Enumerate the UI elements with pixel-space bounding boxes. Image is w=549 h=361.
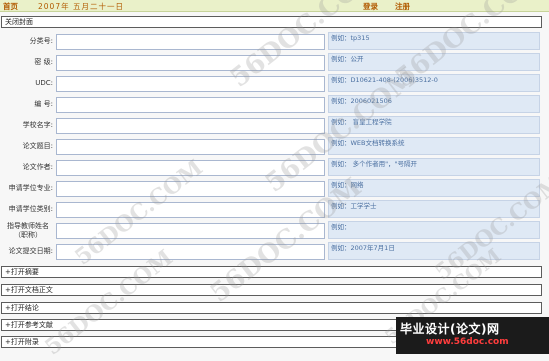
field-hint: 例如：2007年7月1日 xyxy=(328,242,540,260)
field-hint: 例如：tp315 xyxy=(328,32,540,50)
udc-input[interactable] xyxy=(56,76,325,92)
home-link[interactable]: 首页 xyxy=(3,1,18,12)
field-label: UDC: xyxy=(35,79,53,87)
school-input[interactable] xyxy=(56,118,325,134)
field-label: 论文作者: xyxy=(22,163,53,171)
author-input[interactable] xyxy=(56,160,325,176)
field-hint: 例如：工学学士 xyxy=(328,200,540,218)
logo-url: www.56doc.com xyxy=(426,337,509,347)
field-label: 密 级: xyxy=(34,58,53,66)
field-hint: 例如：公开 xyxy=(328,53,540,71)
field-hint: 例如：WEB文档转换系统 xyxy=(328,137,540,155)
field-label: 申请学位类别: xyxy=(8,205,53,213)
field-label: 学校名字: xyxy=(22,121,53,129)
site-logo[interactable]: 毕业设计(论文)网 www.56doc.com xyxy=(396,317,549,354)
field-hint: 例如： 盲皇工程学院 xyxy=(328,116,540,134)
top-bar: 首页 2007年 五月二十一日 登录 注册 xyxy=(0,0,549,12)
date-text: 2007年 五月二十一日 xyxy=(38,2,124,11)
form-row-degree: 申请学位类别: 例如：工学学士 xyxy=(0,200,549,221)
register-link[interactable]: 注册 xyxy=(395,1,410,12)
form-row-author: 论文作者: 例如： 多个作者用"，"号隔开 xyxy=(0,158,549,179)
form-row-submit-date: 论文提交日期: 例如：2007年7月1日 xyxy=(0,242,549,263)
field-label: 指导教师姓名（职称） xyxy=(7,222,49,239)
open-conclusion-toggle[interactable]: +打开结论 xyxy=(1,302,542,314)
logo-title: 毕业设计(论文)网 xyxy=(400,322,500,336)
major-input[interactable] xyxy=(56,181,325,197)
field-label: 编 号: xyxy=(34,100,53,108)
form-row-advisor: 指导教师姓名（职称） 例如： xyxy=(0,221,549,242)
login-link[interactable]: 登录 xyxy=(363,1,378,12)
field-hint: 例如：2006021506 xyxy=(328,95,540,113)
number-input[interactable] xyxy=(56,97,325,113)
form-row-major: 申请学位专业: 例如：网络 xyxy=(0,179,549,200)
advisor-input[interactable] xyxy=(56,223,325,239)
field-hint: 例如： xyxy=(328,221,540,239)
form-row-udc: UDC: 例如：D10621-408-(2006)3512-0 xyxy=(0,74,549,95)
field-hint: 例如： 多个作者用"，"号隔开 xyxy=(328,158,540,176)
field-hint: 例如：网络 xyxy=(328,179,540,197)
classification-input[interactable] xyxy=(56,34,325,50)
field-label: 申请学位专业: xyxy=(8,184,53,192)
form-row-number: 编 号: 例如：2006021506 xyxy=(0,95,549,116)
form-row-title: 论文题目: 例如：WEB文档转换系统 xyxy=(0,137,549,158)
form-row-school: 学校名字: 例如： 盲皇工程学院 xyxy=(0,116,549,137)
close-cover-toggle[interactable]: 关闭封面 xyxy=(1,16,542,28)
field-hint: 例如：D10621-408-(2006)3512-0 xyxy=(328,74,540,92)
field-label: 论文题目: xyxy=(22,142,53,150)
title-input[interactable] xyxy=(56,139,325,155)
field-label: 分类号: xyxy=(29,37,53,45)
form-row-secret-level: 密 级: 例如：公开 xyxy=(0,53,549,74)
field-label: 论文提交日期: xyxy=(8,247,53,255)
open-abstract-toggle[interactable]: +打开摘要 xyxy=(1,266,542,278)
degree-input[interactable] xyxy=(56,202,325,218)
form-row-classification: 分类号: 例如：tp315 xyxy=(0,32,549,53)
secret-level-input[interactable] xyxy=(56,55,325,71)
submit-date-input[interactable] xyxy=(56,244,325,260)
open-body-toggle[interactable]: +打开文档正文 xyxy=(1,284,542,296)
